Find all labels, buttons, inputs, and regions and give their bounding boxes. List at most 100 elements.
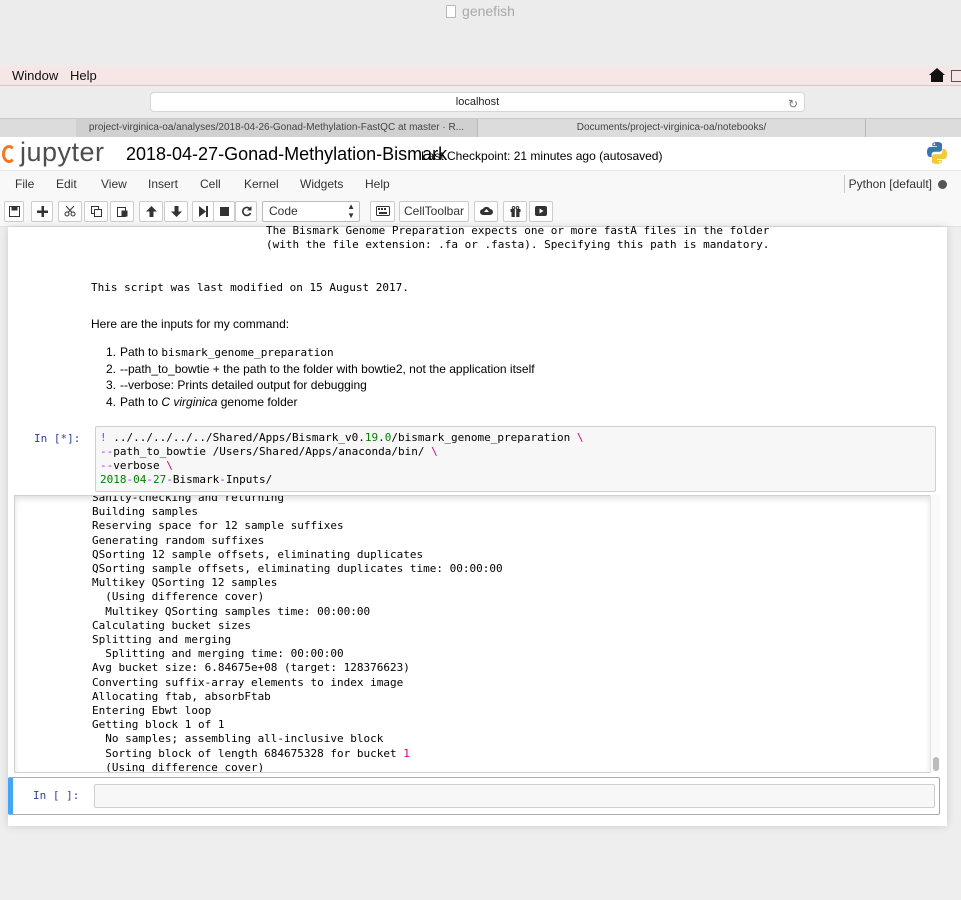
kernel-indicator: Python [default] xyxy=(843,175,947,193)
copy-icon xyxy=(90,206,102,217)
menu-help-jupyter[interactable]: Help xyxy=(365,177,390,191)
select-arrows-icon: ▲ ▼ xyxy=(347,202,355,220)
cut-button[interactable] xyxy=(58,201,82,222)
cloud-upload-icon xyxy=(479,206,493,215)
output-line: Multikey QSorting 12 samples xyxy=(92,576,278,590)
address-bar: localhost ↻ xyxy=(0,86,961,118)
insert-cell-button[interactable] xyxy=(31,201,53,222)
move-up-button[interactable] xyxy=(139,201,163,222)
celltoolbar-button[interactable]: CellToolbar xyxy=(399,201,469,222)
output-line: Avg bucket size: 6.84675e+08 (target: 12… xyxy=(92,661,410,675)
window-title-text: genefish xyxy=(462,3,515,19)
run-button[interactable] xyxy=(192,201,214,222)
command-palette-button[interactable] xyxy=(370,201,395,222)
menu-view[interactable]: View xyxy=(101,177,127,191)
markdown-modified-text: This script was last modified on 15 Augu… xyxy=(91,281,409,294)
copy-button[interactable] xyxy=(84,201,108,222)
cell-output-area[interactable]: Sanity-checking and returning Building sa… xyxy=(14,495,930,773)
list-item: 4. Path to C virginica genome folder xyxy=(105,394,298,409)
list-item: 3. --verbose: Prints detailed output for … xyxy=(105,378,367,392)
scissors-icon xyxy=(64,206,76,217)
arrow-up-icon xyxy=(145,206,157,217)
cell-prompt-empty: In [ ]: xyxy=(33,789,80,802)
interrupt-button[interactable] xyxy=(213,201,235,222)
step-forward-icon xyxy=(198,206,208,217)
menu-file[interactable]: File xyxy=(15,177,34,191)
save-icon xyxy=(8,206,20,217)
menu-window[interactable]: Window xyxy=(12,68,58,83)
upload-button[interactable] xyxy=(474,201,498,222)
gift-button[interactable] xyxy=(503,201,527,222)
output-scrollbar[interactable] xyxy=(930,495,940,773)
menu-cell[interactable]: Cell xyxy=(200,177,221,191)
url-field[interactable]: localhost ↻ xyxy=(150,92,805,112)
move-down-button[interactable] xyxy=(164,201,188,222)
kernel-name: Python [default] xyxy=(848,177,932,191)
menu-insert[interactable]: Insert xyxy=(148,177,178,191)
browser-tabs: project-virginica-oa/analyses/2018-04-26… xyxy=(0,118,961,137)
tab-notebooks[interactable]: Documents/project-virginica-oa/notebooks… xyxy=(478,119,866,137)
menu-kernel[interactable]: Kernel xyxy=(244,177,279,191)
paste-button[interactable] xyxy=(110,201,134,222)
notebook-name[interactable]: 2018-04-27-Gonad-Methylation-Bismark xyxy=(126,144,447,165)
output-text: Sanity-checking and returning Building sa… xyxy=(92,495,503,773)
output-line: Generating random suffixes xyxy=(92,533,265,547)
code-cell-input[interactable]: ! ../../../../../Shared/Apps/Bismark_v0.… xyxy=(95,426,936,492)
home-icon[interactable] xyxy=(929,68,945,82)
keyboard-icon xyxy=(375,206,390,216)
kernel-status-icon xyxy=(938,180,947,189)
python-logo-icon xyxy=(927,142,947,164)
output-line: Entering Ebwt loop xyxy=(92,704,212,718)
mac-menubar: Window Help xyxy=(0,66,961,86)
reload-icon[interactable]: ↻ xyxy=(788,95,798,113)
output-line: Reserving space for 12 sample suffixes xyxy=(92,519,344,533)
output-line: Converting suffix-array elements to inde… xyxy=(92,675,404,689)
output-line: Building samples xyxy=(92,505,198,519)
menu-widgets[interactable]: Widgets xyxy=(300,177,343,191)
list-item: 2. --path_to_bowtie + the path to the fol… xyxy=(105,361,535,376)
scrollbar-thumb[interactable] xyxy=(933,757,939,771)
menu-edit[interactable]: Edit xyxy=(56,177,77,191)
cell-prompt-running: In [*]: xyxy=(34,432,81,445)
output-line: Splitting and merging time: 00:00:00 xyxy=(92,647,344,661)
menu-help[interactable]: Help xyxy=(70,68,97,83)
jupyter-menubar: File Edit View Insert Cell Kernel Widget… xyxy=(0,170,961,197)
cell-type-select[interactable]: Code ▲ ▼ xyxy=(262,201,360,222)
present-button[interactable] xyxy=(529,201,553,222)
youtube-play-icon xyxy=(535,206,547,216)
markdown-pre-line: The Bismark Genome Preparation expects o… xyxy=(266,224,770,237)
arrow-down-icon xyxy=(170,206,182,217)
checkpoint-status: Last Checkpoint: 21 minutes ago (autosav… xyxy=(421,149,663,163)
stop-icon xyxy=(219,207,229,216)
output-line: Allocating ftab, absorbFtab xyxy=(92,689,271,703)
output-line: No samples; assembling all-inclusive blo… xyxy=(92,732,384,746)
empty-code-cell[interactable]: In [ ]: xyxy=(8,777,940,815)
output-line: Multikey QSorting samples time: 00:00:00 xyxy=(92,604,371,618)
restart-icon xyxy=(241,206,251,217)
jupyter-toolbar: Code ▲ ▼ CellToolbar xyxy=(0,197,961,227)
output-line: QSorting sample offsets, eliminating dup… xyxy=(92,562,503,576)
window-titlebar: genefish xyxy=(0,0,961,66)
code-text[interactable]: ! ../../../../../Shared/Apps/Bismark_v0.… xyxy=(100,431,583,487)
plus-icon xyxy=(36,206,48,217)
url-text: localhost xyxy=(455,96,500,108)
jupyter-header: jupyter 2018-04-27-Gonad-Methylation-Bis… xyxy=(0,137,961,170)
output-line: (Using difference cover) xyxy=(92,760,265,773)
restart-button[interactable] xyxy=(235,201,257,222)
cell-type-value: Code xyxy=(269,204,298,218)
tray-icon[interactable] xyxy=(951,70,961,82)
markdown-pre-line: (with the file extension: .fa or .fasta)… xyxy=(266,238,770,251)
tab-fastqc[interactable]: project-virginica-oa/analyses/2018-04-26… xyxy=(76,119,478,137)
jupyter-logo-icon xyxy=(2,145,16,163)
document-icon xyxy=(446,5,457,18)
empty-cell-input[interactable] xyxy=(94,784,935,808)
paste-icon xyxy=(116,207,127,217)
markdown-inputs-list: 1. Path to bismark_genome_preparation 2. -… xyxy=(92,345,535,411)
jupyter-logo[interactable]: jupyter xyxy=(2,137,114,167)
output-line: Sanity-checking and returning xyxy=(92,495,285,504)
notebook-container: The Bismark Genome Preparation expects o… xyxy=(8,224,947,826)
markdown-inputs-intro: Here are the inputs for my command: xyxy=(91,317,290,331)
output-line: Getting block 1 of 1 xyxy=(92,718,225,732)
save-button[interactable] xyxy=(4,201,24,222)
output-line: Splitting and merging xyxy=(92,633,232,647)
